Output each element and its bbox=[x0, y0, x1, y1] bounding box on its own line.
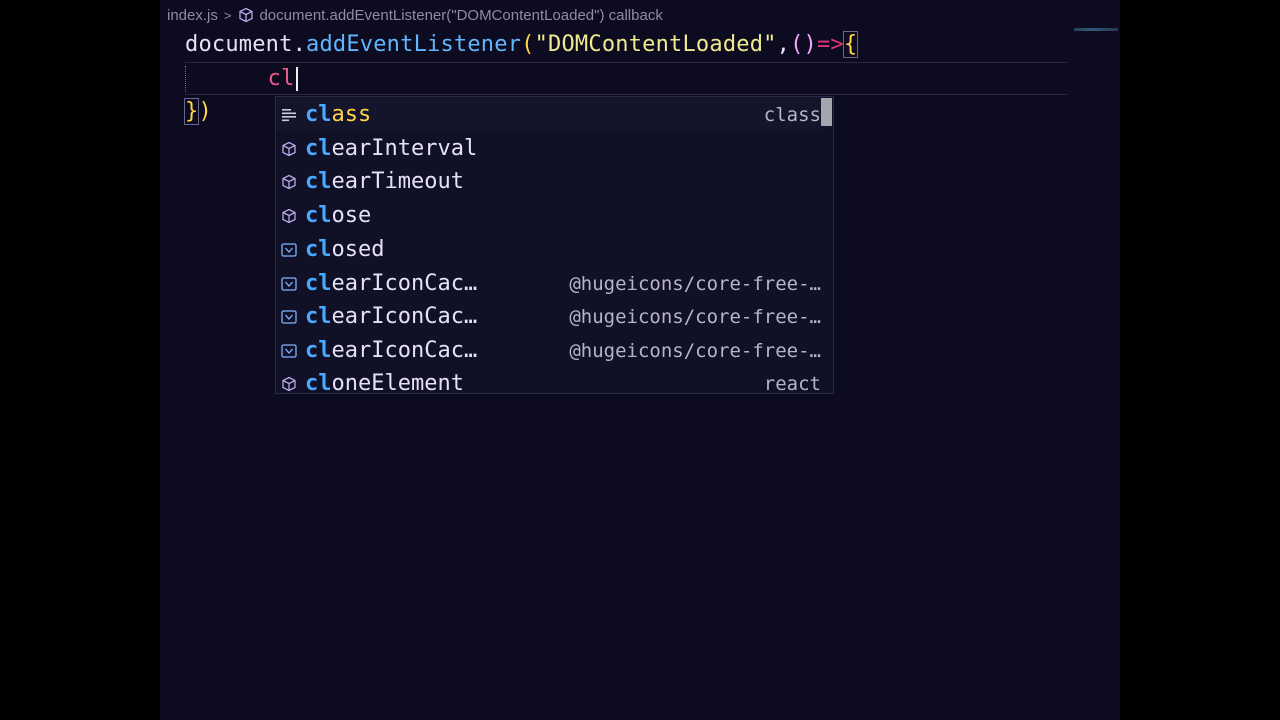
indent-guide bbox=[185, 66, 187, 92]
suggestion-label: clearIconCac… bbox=[305, 338, 478, 363]
suggestion-label: clearIconCac… bbox=[305, 304, 478, 329]
code-line-1[interactable]: document.addEventListener("DOMContentLoa… bbox=[185, 29, 859, 61]
suggestion-label: clearInterval bbox=[305, 136, 478, 161]
suggestion-detail: class bbox=[763, 103, 821, 126]
variable-icon bbox=[280, 308, 298, 326]
suggestion-item[interactable]: clearTimeout bbox=[276, 165, 821, 198]
minimap[interactable] bbox=[1074, 28, 1118, 31]
suggestion-item[interactable]: clearIconCac… @hugeicons/core-free-… bbox=[276, 267, 821, 300]
token-object: document bbox=[185, 32, 293, 57]
keyword-snippet-icon bbox=[280, 106, 298, 124]
suggestion-item[interactable]: clearInterval bbox=[276, 132, 821, 165]
suggestion-item[interactable]: clearIconCac… @hugeicons/core-free-… bbox=[276, 334, 821, 367]
autocomplete-suggest-widget[interactable]: class class clearInterval clearTimeout c… bbox=[275, 96, 834, 394]
token-open-brace: { bbox=[842, 31, 859, 58]
token-comma: , bbox=[776, 32, 791, 57]
suggestion-item[interactable]: cloneElement react bbox=[276, 367, 821, 394]
variable-icon bbox=[280, 241, 298, 259]
token-close-paren: ) bbox=[198, 99, 212, 124]
token-typed-text: cl bbox=[267, 66, 295, 91]
suggestion-item[interactable]: clearIconCac… @hugeicons/core-free-… bbox=[276, 300, 821, 333]
variable-icon bbox=[280, 275, 298, 293]
breadcrumb: index.js > document.addEventListener("DO… bbox=[167, 4, 663, 26]
suggest-scrollbar[interactable] bbox=[821, 98, 832, 126]
code-editor[interactable]: index.js > document.addEventListener("DO… bbox=[160, 0, 1120, 720]
suggestion-label: close bbox=[305, 203, 372, 228]
method-cube-icon bbox=[237, 6, 255, 24]
method-cube-icon bbox=[280, 140, 298, 158]
suggestion-item[interactable]: closed bbox=[276, 233, 821, 266]
token-string: "DOMContentLoaded" bbox=[534, 32, 777, 57]
suggestion-item[interactable]: class class bbox=[276, 98, 821, 131]
method-cube-icon bbox=[280, 375, 298, 393]
token-close-brace: } bbox=[183, 98, 200, 125]
suggestion-detail: @hugeicons/core-free-… bbox=[569, 272, 821, 295]
suggestion-detail: react bbox=[763, 372, 821, 394]
token-dot: . bbox=[292, 32, 307, 57]
suggestion-label: closed bbox=[305, 237, 385, 262]
suggestion-label: cloneElement bbox=[305, 371, 464, 394]
variable-icon bbox=[280, 342, 298, 360]
suggestion-detail: @hugeicons/core-free-… bbox=[569, 305, 821, 328]
token-open-paren: ( bbox=[521, 32, 535, 57]
chevron-right-icon: > bbox=[223, 7, 232, 23]
token-params: () bbox=[790, 32, 817, 57]
code-line-3[interactable]: }) bbox=[183, 96, 212, 128]
token-arrow: => bbox=[816, 32, 844, 57]
method-cube-icon bbox=[280, 173, 298, 191]
breadcrumb-file[interactable]: index.js bbox=[167, 7, 218, 24]
suggestion-label: clearTimeout bbox=[305, 169, 464, 194]
code-line-2-current[interactable]: cl bbox=[185, 62, 1067, 95]
method-cube-icon bbox=[280, 207, 298, 225]
suggestion-detail: @hugeicons/core-free-… bbox=[569, 339, 821, 362]
suggestion-label: class bbox=[305, 102, 372, 127]
token-function: addEventListener bbox=[306, 32, 522, 57]
breadcrumb-symbol[interactable]: document.addEventListener("DOMContentLoa… bbox=[259, 7, 662, 24]
suggestion-label: clearIconCac… bbox=[305, 271, 478, 296]
suggestion-item[interactable]: close bbox=[276, 199, 821, 232]
text-cursor bbox=[295, 67, 298, 91]
